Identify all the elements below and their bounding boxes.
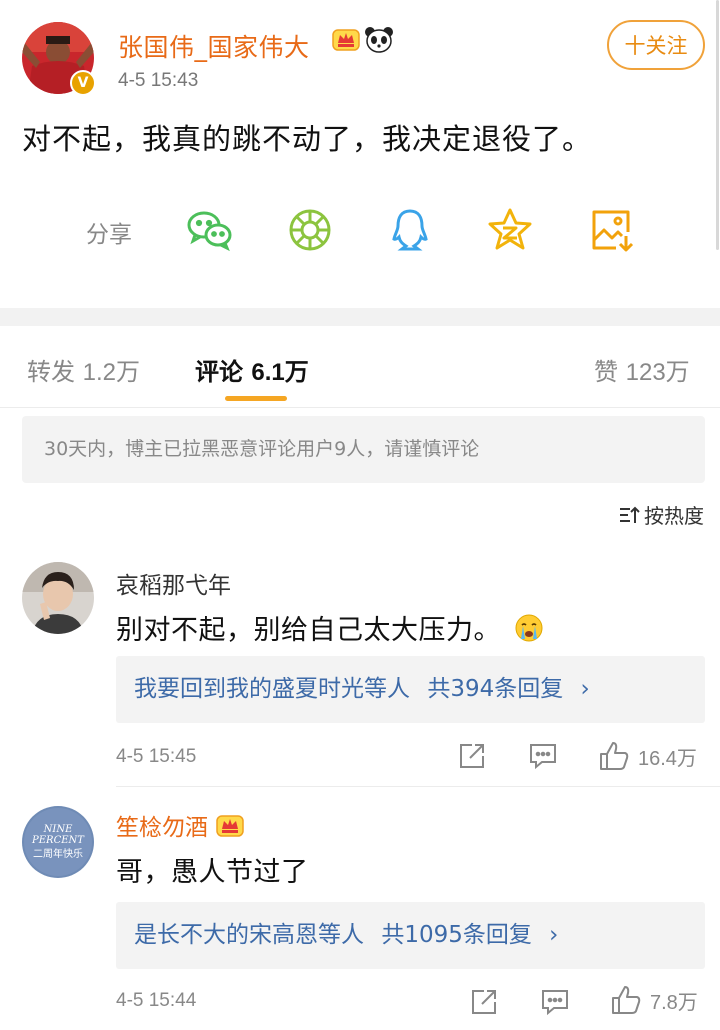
panda-badge-icon[interactable] [364, 26, 394, 58]
thumbs-up-icon [612, 986, 641, 1014]
like-button[interactable]: 7.8万 [610, 984, 698, 1016]
reply-count: 共394条回复 [427, 676, 564, 702]
commenter-avatar[interactable] [22, 562, 94, 634]
qzone-icon[interactable] [486, 206, 534, 254]
comment-divider [116, 786, 720, 787]
tab-comment[interactable]: 评论 6.1万 [195, 352, 309, 387]
reply-users: 是长不大的宋高恩等人 [134, 922, 364, 948]
reply-comment-icon[interactable] [540, 988, 570, 1016]
comment-body: 别对不起，别给自己太大压力。 [116, 615, 501, 646]
interaction-tabs: 转发 1.2万 评论 6.1万 赞 123万 [0, 326, 720, 408]
commenter-name[interactable]: 笙棯勿酒 [116, 808, 208, 842]
comment-item: NINE PERCENT 二周年快乐 笙棯勿酒 哥，愚人节过了 是长不大的宋高恩… [0, 792, 720, 1030]
scrollbar[interactable] [716, 0, 719, 250]
crying-face-icon [515, 614, 543, 642]
chevron-right-icon: › [549, 922, 559, 948]
share-label: 分享 [86, 222, 132, 248]
author-name[interactable]: 张国伟_国家伟大 [118, 28, 310, 64]
reply-users: 我要回到我的盛夏时光等人 [134, 676, 410, 702]
like-button[interactable]: 16.4万 [598, 740, 697, 772]
avatar-text-nine: NINE [43, 824, 73, 835]
wechat-icon[interactable] [186, 206, 234, 254]
commenter-name-row: 笙棯勿酒 [116, 808, 244, 842]
replies-preview[interactable]: 是长不大的宋高恩等人 共1095条回复 › [116, 902, 705, 969]
section-divider [0, 308, 720, 326]
vip-crown-icon[interactable] [216, 812, 244, 838]
weibo-post: V 张国伟_国家伟大 4-5 15:43 十关注 对不起，我真的跳不动了，我决定… [0, 0, 720, 308]
vip-crown-icon[interactable] [332, 26, 360, 56]
commenter-avatar[interactable]: NINE PERCENT 二周年快乐 [22, 806, 94, 878]
moments-icon[interactable] [286, 206, 334, 254]
repost-comment-icon[interactable] [458, 742, 486, 770]
thumbs-up-icon [600, 742, 629, 770]
comment-timestamp: 4-5 15:45 [116, 746, 197, 767]
sort-toggle[interactable]: 按热度 [618, 500, 704, 529]
post-timestamp: 4-5 15:43 [118, 70, 199, 91]
sort-label: 按热度 [644, 504, 704, 528]
tab-comment-count: 6.1万 [251, 359, 309, 386]
avatar-text-percent: PERCENT [31, 835, 85, 846]
verified-badge: V [70, 70, 96, 96]
avatar-text-anniversary: 二周年快乐 [33, 847, 83, 860]
like-count: 16.4万 [638, 747, 697, 770]
tab-repost-count: 1.2万 [82, 359, 141, 386]
qq-icon[interactable] [386, 206, 434, 254]
tab-comment-label: 评论 [195, 358, 243, 386]
tab-like[interactable]: 赞 123万 [594, 352, 690, 387]
like-count: 7.8万 [650, 991, 698, 1014]
comment-item: 哀稻那弋年 别对不起，别给自己太大压力。 我要回到我的盛夏时光等人 共394条回… [0, 548, 720, 788]
follow-button[interactable]: 十关注 [607, 20, 705, 70]
tab-like-label: 赞 [594, 358, 618, 386]
tab-like-count: 123万 [625, 359, 690, 386]
save-image-icon[interactable] [588, 206, 636, 254]
tab-repost[interactable]: 转发 1.2万 [27, 352, 140, 387]
blacklist-notice: 30天内，博主已拉黑恶意评论用户9人，请谨慎评论 [22, 416, 705, 483]
comment-text: 别对不起，别给自己太大压力。 [116, 608, 544, 647]
repost-comment-icon[interactable] [470, 988, 498, 1016]
tab-repost-label: 转发 [27, 358, 75, 386]
comment-text: 哥，愚人节过了 [116, 857, 309, 888]
sort-icon [620, 506, 640, 523]
replies-preview[interactable]: 我要回到我的盛夏时光等人 共394条回复 › [116, 656, 705, 723]
reply-comment-icon[interactable] [528, 742, 558, 770]
commenter-name[interactable]: 哀稻那弋年 [116, 566, 231, 600]
comment-timestamp: 4-5 15:44 [116, 990, 197, 1011]
active-tab-indicator [225, 396, 287, 401]
post-content: 对不起，我真的跳不动了，我决定退役了。 [22, 122, 593, 156]
reply-count: 共1095条回复 [381, 922, 532, 948]
chevron-right-icon: › [580, 676, 590, 702]
